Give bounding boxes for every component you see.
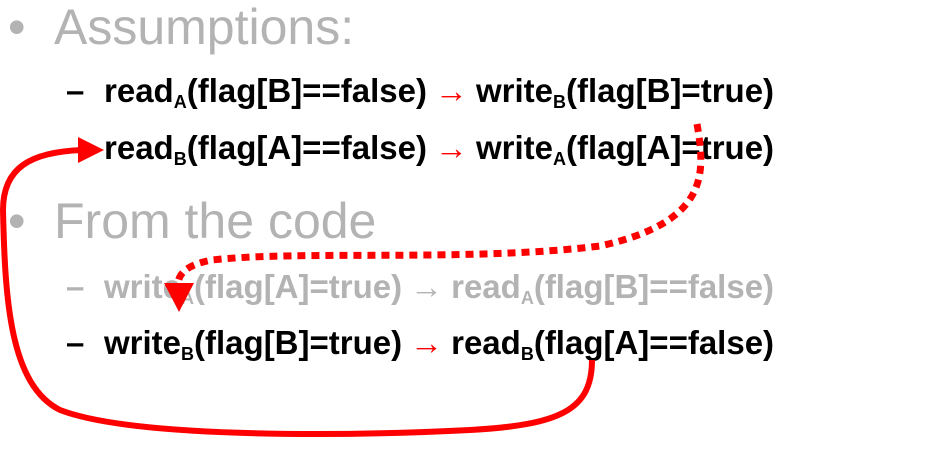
dash: – [66, 268, 85, 305]
code-line-1: – writeA(flag[A]=true) → readA(flag[B]==fal… [66, 270, 774, 307]
bullet-assumptions: • Assumptions: [8, 2, 354, 52]
fn-subscript: A [181, 288, 195, 308]
fn-arg: (flag[B]=true) [565, 72, 775, 109]
fn-subscript: B [552, 92, 566, 112]
bullet-dot: • [8, 0, 26, 55]
implies-arrow: → [410, 324, 444, 361]
dash: – [66, 72, 85, 109]
fn-subscript: A [520, 288, 534, 308]
code-line-2: – writeB(flag[B]=true) → readB(flag[A]==fal… [66, 326, 774, 363]
bullet-from-the-code: • From the code [8, 196, 376, 246]
fn-name: read [104, 129, 174, 166]
bullet-title: Assumptions: [54, 0, 355, 55]
fn-arg: (flag[B]==false) [186, 72, 427, 109]
fn-arg: (flag[B]==false) [533, 268, 775, 305]
fn-subscript: B [520, 344, 534, 364]
implies-arrow: → [410, 268, 444, 305]
bullet-title: From the code [54, 193, 377, 249]
fn-subscript: A [173, 92, 187, 112]
fn-subscript: B [173, 149, 187, 169]
fn-name: write [104, 324, 182, 361]
dash: – [66, 324, 85, 361]
fn-name: write [104, 268, 182, 305]
fn-arg: (flag[B]=true) [194, 324, 403, 361]
fn-arg: (flag[A]==false) [533, 324, 775, 361]
fn-arg: (flag[A]=true) [194, 268, 403, 305]
fn-name: read [451, 268, 521, 305]
fn-subscript: A [552, 149, 566, 169]
implies-arrow: → [434, 72, 468, 109]
fn-name: write [475, 72, 553, 109]
fn-subscript: B [181, 344, 195, 364]
fn-name: write [475, 129, 553, 166]
assumption-line-1: – readA(flag[B]==false) → writeB(flag[B]=tr… [66, 74, 774, 111]
assumption-line-2: readB(flag[A]==false) → writeA(flag[A]=tru… [66, 131, 774, 168]
bullet-dot: • [8, 193, 26, 249]
fn-arg: (flag[A]=true) [565, 129, 775, 166]
fn-arg: (flag[A]==false) [186, 129, 427, 166]
implies-arrow: → [434, 129, 468, 166]
fn-name: read [451, 324, 521, 361]
fn-name: read [104, 72, 174, 109]
